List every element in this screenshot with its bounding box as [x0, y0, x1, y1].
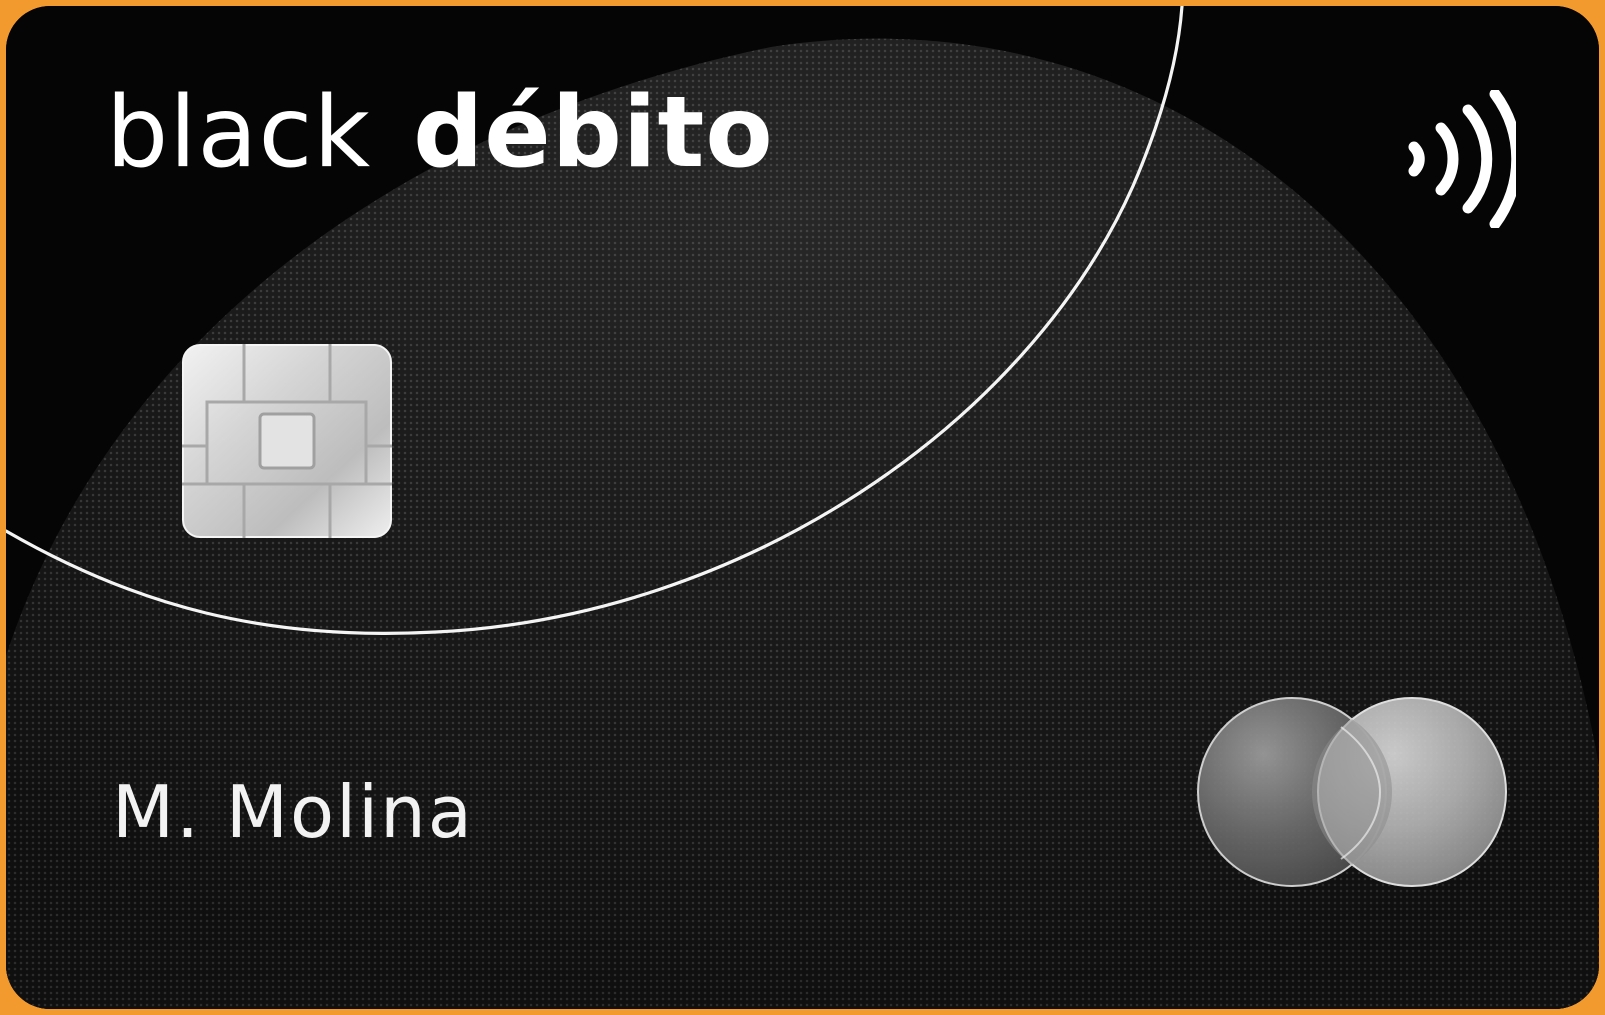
card-brand: black débito — [106, 84, 774, 204]
debit-card: black débito M. Molina — [6, 6, 1599, 1009]
card-holder-name: M. Molina — [112, 770, 474, 854]
brand-primary: black — [106, 76, 372, 190]
mastercard-logo-icon — [1197, 697, 1507, 887]
brand-secondary: débito — [413, 76, 774, 190]
contactless-icon — [1408, 90, 1516, 228]
chip-icon — [182, 344, 392, 538]
